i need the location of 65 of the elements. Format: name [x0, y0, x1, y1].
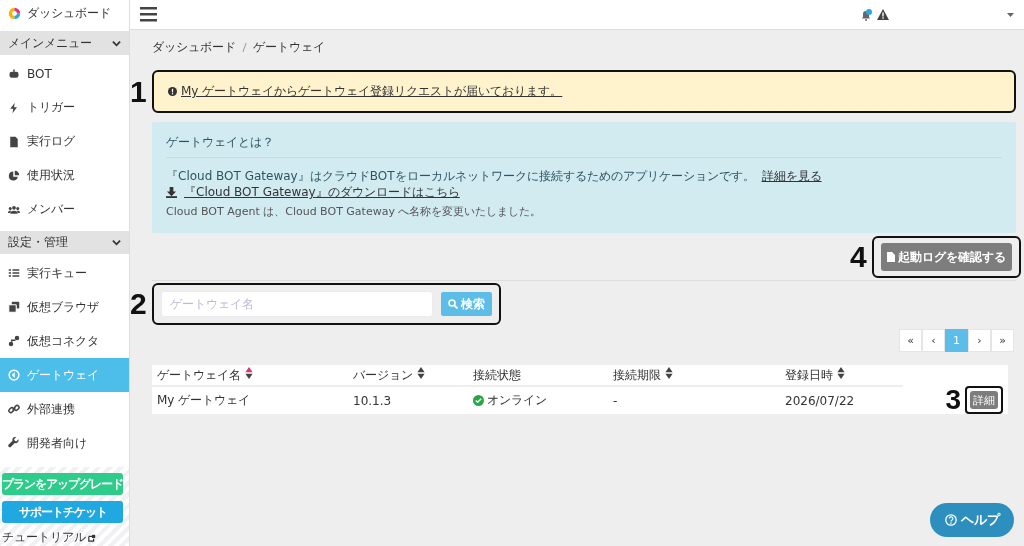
sidebar-item[interactable]: 実行ログ — [0, 124, 129, 159]
column-header[interactable]: 接続状態 — [468, 365, 608, 386]
info-title: ゲートウェイとは？ — [166, 134, 275, 151]
help-button[interactable]: ヘルプ — [930, 503, 1014, 537]
sidebar-item[interactable]: 仮想ブラウザ — [0, 290, 129, 325]
column-header[interactable]: バージョン — [348, 365, 468, 386]
table-cell: - — [608, 386, 780, 414]
table-cell: My ゲートウェイ — [152, 386, 348, 414]
table-cell: オンライン — [487, 391, 547, 409]
document-icon — [887, 252, 895, 262]
page-button[interactable]: « — [899, 329, 922, 352]
sidebar-item[interactable]: 外部連携 — [0, 392, 129, 427]
search-icon — [448, 299, 458, 309]
section-header[interactable]: メインメニュー — [0, 31, 129, 56]
search-field[interactable]: ゲートウェイ名 — [161, 291, 433, 317]
column-header[interactable]: 登録日時 — [780, 365, 903, 386]
sidebar-item[interactable]: 使用状況 — [0, 158, 129, 193]
page-button[interactable]: ‹ — [922, 329, 945, 352]
warning-icon — [877, 9, 889, 20]
callout-number: 4 — [850, 242, 868, 272]
callout-number: 1 — [130, 76, 148, 107]
alert-link[interactable]: My ゲートウェイからゲートウェイ登録リクエストが届いております。 — [181, 83, 563, 100]
page-button[interactable]: › — [968, 329, 991, 352]
sidebar-item[interactable]: トリガー — [0, 91, 129, 125]
pie-chart-icon — [8, 169, 20, 182]
sidebar-item[interactable]: メンバー — [0, 192, 129, 227]
bolt-icon — [8, 101, 20, 114]
column-header[interactable]: 接続期限 — [608, 365, 780, 386]
detail-button[interactable]: 詳細 — [970, 391, 998, 409]
callout-number: 3 — [945, 386, 961, 414]
breadcrumb-item[interactable]: ダッシュボード — [152, 38, 236, 56]
sidebar-item[interactable]: BOT — [0, 57, 129, 91]
external-link-icon — [88, 533, 96, 542]
breadcrumb-item: ゲートウェイ — [253, 38, 325, 56]
table-cell: 10.1.3 — [348, 386, 468, 414]
download-icon — [166, 186, 177, 198]
logo-icon — [8, 7, 21, 21]
description-text: 『Cloud BOT Gateway』はクラウドBOTをローカルネットワークに接続するためのアプリケーションです。 — [166, 168, 755, 184]
details-link[interactable]: 詳細を見る — [761, 168, 822, 184]
document-icon — [8, 135, 20, 148]
dropdown-caret-icon — [1007, 12, 1014, 17]
dashboard-link[interactable]: ダッシュボード — [27, 5, 111, 23]
chevron-icon — [112, 38, 121, 48]
download-link[interactable]: 『Cloud BOT Gateway』のダウンロードはこちら — [184, 184, 460, 200]
exclamation-icon — [168, 87, 177, 96]
section-header[interactable]: 設定・管理 — [0, 230, 129, 255]
note-text: Cloud BOT Agent は、Cloud BOT Gateway へ名称を変更いたしました。 — [166, 204, 543, 219]
menu-icon — [140, 7, 157, 22]
sidebar-item[interactable]: 開発者向け — [0, 426, 129, 461]
chevron-icon — [112, 238, 121, 248]
table-cell: 2026/07/22 — [780, 386, 903, 414]
startup-log-button[interactable]: 起動ログを確認する — [881, 243, 1012, 271]
sidebar-item[interactable]: 実行キュー — [0, 256, 129, 291]
column-header[interactable]: ゲートウェイ名 — [152, 365, 348, 386]
question-circle-icon — [944, 514, 957, 526]
page-button[interactable]: » — [991, 329, 1014, 352]
users-icon — [8, 203, 20, 216]
connector-icon — [8, 335, 20, 348]
list-icon — [8, 267, 20, 280]
link-icon — [8, 403, 20, 416]
tutorial-link[interactable]: チュートリアル — [2, 529, 123, 546]
wrench-icon — [8, 437, 20, 450]
sidebar-item[interactable]: 仮想コネクタ — [0, 324, 129, 359]
callout-number: 2 — [130, 289, 148, 319]
windows-icon — [8, 301, 20, 314]
